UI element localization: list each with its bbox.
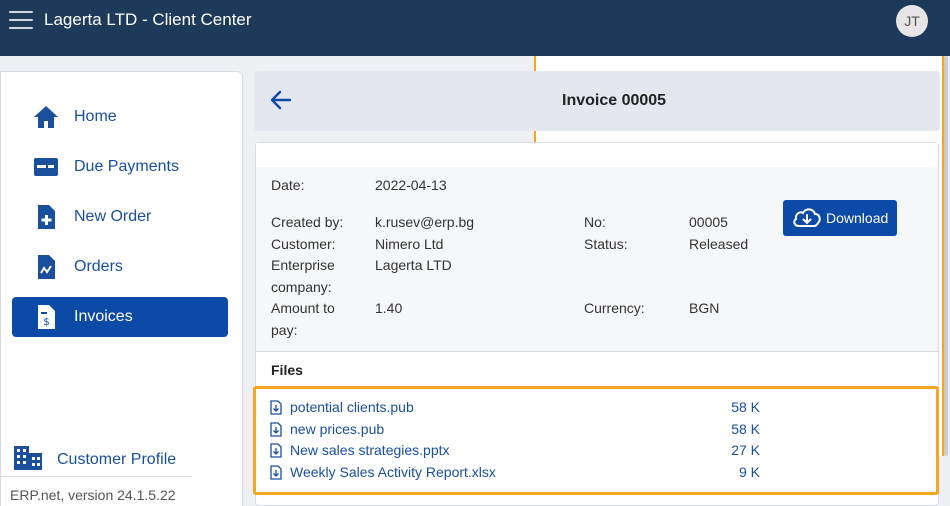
file-name: Weekly Sales Activity Report.xlsx <box>290 464 496 480</box>
sidebar-item-orders[interactable]: Orders <box>12 247 228 287</box>
sidebar-item-label: Orders <box>74 258 123 275</box>
customer-profile-link[interactable]: Customer Profile <box>12 445 192 475</box>
divider <box>0 476 192 477</box>
cloud-download-icon <box>791 205 823 231</box>
enterprise-label-cont: company: <box>271 279 332 295</box>
enterprise-value: Lagerta LTD <box>375 257 452 273</box>
invoice-header: Invoice 00005 <box>254 71 940 131</box>
file-download-icon <box>270 400 282 415</box>
date-value: 2022-04-13 <box>375 177 447 193</box>
file-link[interactable]: potential clients.pub 58 K <box>270 398 760 418</box>
no-label: No: <box>584 214 606 230</box>
file-size: 27 K <box>731 442 760 458</box>
customer-value: Nimero Ltd <box>375 236 444 252</box>
status-value: Released <box>689 236 749 252</box>
building-icon <box>12 445 44 471</box>
file-name: New sales strategies.pptx <box>290 442 450 458</box>
divider <box>256 351 938 352</box>
files-title: Files <box>271 362 303 378</box>
menu-icon[interactable] <box>9 9 33 31</box>
scrollbar-thumb[interactable] <box>944 56 948 456</box>
sidebar-item-home[interactable]: Home <box>12 97 228 137</box>
file-download-icon <box>270 465 282 480</box>
enterprise-label: Enterprise <box>271 257 335 273</box>
currency-value: BGN <box>689 300 720 316</box>
amount-value: 1.40 <box>375 300 403 316</box>
currency-label: Currency: <box>584 300 645 316</box>
sidebar-item-label: Due Payments <box>74 158 179 175</box>
created-by-label: Created by: <box>271 214 344 230</box>
file-download-icon <box>270 422 282 437</box>
card-top-strip <box>256 143 938 167</box>
files-list: potential clients.pub 58 K new prices.pu… <box>253 386 939 495</box>
sidebar: Home Due Payments New Order Orders $ Inv… <box>0 71 243 506</box>
download-label: Download <box>826 210 889 226</box>
file-name: new prices.pub <box>290 421 385 437</box>
invoice-document-icon: $ <box>32 304 60 330</box>
user-avatar[interactable]: JT <box>896 5 928 37</box>
sidebar-item-label: Invoices <box>74 308 133 325</box>
file-link[interactable]: new prices.pub 58 K <box>270 420 760 440</box>
file-size: 9 K <box>738 464 760 480</box>
version-text: ERP.net, version 24.1.5.22 <box>10 487 176 503</box>
file-download-icon <box>270 443 282 458</box>
file-size: 58 K <box>731 421 760 437</box>
created-by-value: k.rusev@erp.bg <box>375 214 475 230</box>
sidebar-item-invoices[interactable]: $ Invoices <box>12 297 228 337</box>
top-app-bar: Lagerta LTD - Client Center JT <box>0 0 950 56</box>
app-title: Lagerta LTD - Client Center <box>44 10 252 29</box>
page-title: Invoice 00005 <box>562 92 667 109</box>
date-label: Date: <box>271 177 305 193</box>
payment-card-icon <box>32 154 60 180</box>
file-link[interactable]: New sales strategies.pptx 27 K <box>270 441 760 461</box>
new-document-icon <box>32 204 60 230</box>
no-value: 00005 <box>689 214 728 230</box>
sidebar-item-label: Home <box>74 108 117 125</box>
amount-label: Amount to <box>271 300 335 316</box>
invoice-details: Date: 2022-04-13 Created by: k.rusev@erp… <box>256 167 938 351</box>
customer-profile-label: Customer Profile <box>57 451 177 468</box>
back-arrow-icon[interactable] <box>268 87 294 113</box>
file-name: potential clients.pub <box>290 399 414 415</box>
file-link[interactable]: Weekly Sales Activity Report.xlsx 9 K <box>270 463 760 483</box>
customer-label: Customer: <box>271 236 336 252</box>
home-icon <box>32 104 60 130</box>
sidebar-item-new-order[interactable]: New Order <box>12 197 228 237</box>
download-button[interactable]: Download <box>783 200 897 236</box>
sidebar-item-label: New Order <box>74 208 152 225</box>
status-label: Status: <box>584 236 628 252</box>
svg-text:$: $ <box>43 317 49 328</box>
file-size: 58 K <box>731 399 760 415</box>
sidebar-item-due-payments[interactable]: Due Payments <box>12 147 228 187</box>
orders-document-icon <box>32 254 60 280</box>
amount-label-cont: pay: <box>271 322 298 338</box>
